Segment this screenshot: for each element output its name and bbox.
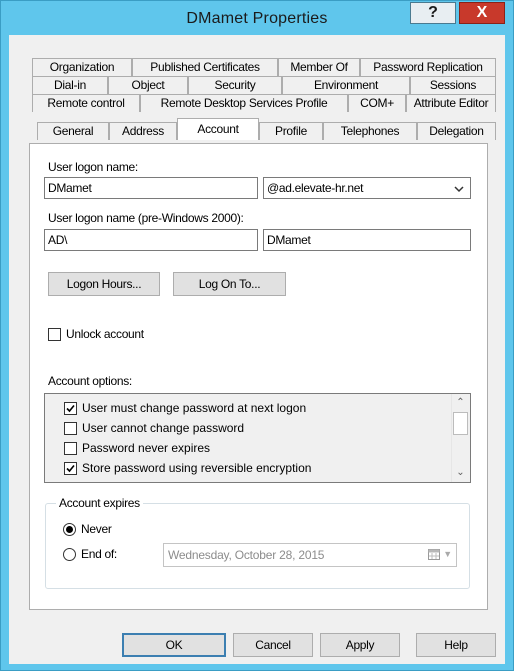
never-label: Never	[81, 522, 112, 536]
help-title-button[interactable]: ?	[410, 2, 456, 24]
tab-object[interactable]: Object	[108, 76, 188, 94]
list-item[interactable]: Password never expires	[82, 438, 210, 458]
unlock-account-label: Unlock account	[66, 327, 144, 341]
list-item[interactable]: User must change password at next logon	[82, 398, 306, 418]
scroll-up-icon[interactable]: ⌃	[452, 394, 469, 411]
end-date-value: Wednesday, October 28, 2015	[168, 548, 325, 562]
tab-com-plus[interactable]: COM+	[348, 94, 406, 112]
tab-security[interactable]: Security	[188, 76, 282, 94]
end-of-label: End of:	[81, 547, 117, 561]
chevron-down-icon[interactable]: ▼	[443, 549, 452, 560]
account-options-list[interactable]: User must change password at next logon …	[44, 393, 471, 483]
tab-attribute-editor[interactable]: Attribute Editor	[406, 94, 496, 112]
tab-password-replication[interactable]: Password Replication	[360, 58, 496, 76]
help-button[interactable]: Help	[416, 633, 496, 657]
radio-dot	[66, 526, 73, 533]
account-expires-label: Account expires	[56, 496, 143, 510]
tab-remote-control[interactable]: Remote control	[32, 94, 140, 112]
logon-name-label: User logon name:	[48, 160, 138, 174]
tab-address[interactable]: Address	[109, 122, 177, 140]
list-item[interactable]: Store password using reversible encrypti…	[82, 458, 311, 478]
option-checkbox-must-change-password[interactable]	[64, 402, 77, 415]
scroll-down-icon[interactable]: ⌄	[452, 464, 469, 481]
tab-delegation[interactable]: Delegation	[417, 122, 496, 140]
tab-general[interactable]: General	[37, 122, 109, 140]
tab-sessions[interactable]: Sessions	[410, 76, 496, 94]
pre2000-label: User logon name (pre-Windows 2000):	[48, 211, 244, 225]
logon-hours-button[interactable]: Logon Hours...	[48, 272, 160, 296]
cancel-button[interactable]: Cancel	[233, 633, 313, 657]
title-bar[interactable]: DMamet Properties ? X	[1, 1, 513, 35]
tab-published-certificates[interactable]: Published Certificates	[132, 58, 278, 76]
domain-suffix-dropdown[interactable]: @ad.elevate-hr.net	[263, 177, 471, 199]
apply-button[interactable]: Apply	[320, 633, 400, 657]
never-radio[interactable]	[63, 523, 76, 536]
tab-member-of[interactable]: Member Of	[278, 58, 360, 76]
tab-remote-desktop-services-profile[interactable]: Remote Desktop Services Profile	[140, 94, 348, 112]
unlock-account-checkbox[interactable]	[48, 328, 61, 341]
account-options-label: Account options:	[48, 374, 132, 388]
tab-environment[interactable]: Environment	[282, 76, 410, 94]
option-checkbox-reversible-encryption[interactable]	[64, 462, 77, 475]
calendar-icon[interactable]	[428, 549, 440, 560]
domain-suffix-value: @ad.elevate-hr.net	[267, 181, 364, 195]
pre2000-domain-field[interactable]: AD\	[44, 229, 258, 251]
log-on-to-button[interactable]: Log On To...	[173, 272, 286, 296]
tab-telephones[interactable]: Telephones	[323, 122, 417, 140]
tab-dial-in[interactable]: Dial-in	[32, 76, 108, 94]
chevron-down-icon	[454, 186, 464, 193]
tab-organization[interactable]: Organization	[32, 58, 132, 76]
end-date-picker[interactable]: Wednesday, October 28, 2015 ▼	[163, 543, 457, 567]
close-button[interactable]: X	[459, 2, 505, 24]
logon-name-input[interactable]: DMamet	[44, 177, 258, 199]
checkmark-icon	[66, 404, 75, 413]
scroll-thumb[interactable]	[453, 412, 468, 435]
ok-button[interactable]: OK	[122, 633, 226, 657]
option-checkbox-cannot-change-password[interactable]	[64, 422, 77, 435]
options-scrollbar[interactable]: ⌃ ⌄	[451, 394, 470, 482]
tab-account[interactable]: Account	[177, 118, 259, 140]
pre2000-username-input[interactable]: DMamet	[263, 229, 471, 251]
checkmark-icon	[66, 464, 75, 473]
list-item[interactable]: User cannot change password	[82, 418, 244, 438]
end-of-radio[interactable]	[63, 548, 76, 561]
option-checkbox-password-never-expires[interactable]	[64, 442, 77, 455]
tab-profile[interactable]: Profile	[259, 122, 323, 140]
